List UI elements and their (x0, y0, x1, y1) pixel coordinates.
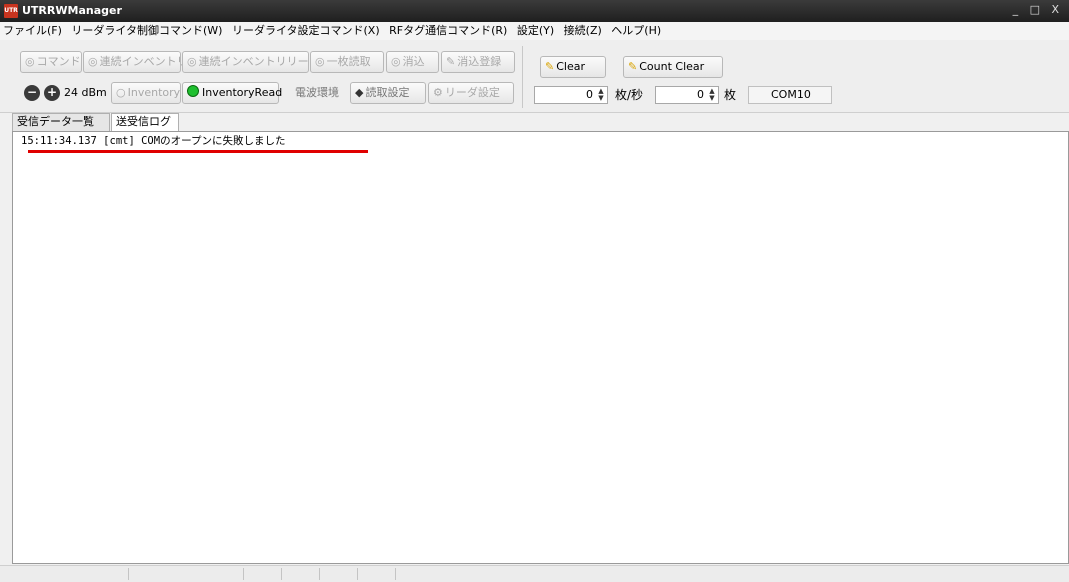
radio-environment-button[interactable]: 電波環境 (290, 82, 348, 104)
port-display: COM10 (748, 86, 832, 104)
title-bar: UTR UTRRWManager _ □ X (0, 0, 1069, 22)
count-stepper[interactable]: 0 ▲ ▼ (655, 86, 719, 104)
highlight-underline (28, 150, 368, 153)
power-value: 24 dBm (64, 86, 107, 99)
reader-setting-button[interactable]: ⚙ リーダ設定 (428, 82, 514, 104)
tab-send-receive-log[interactable]: 送受信ログ (111, 113, 179, 132)
spin-arrows-icon[interactable]: ▲ ▼ (707, 88, 717, 102)
menu-reader-control[interactable]: リーダライタ制御コマンド(W) (68, 22, 225, 40)
rate-stepper[interactable]: 0 ▲ ▼ (534, 86, 608, 104)
status-cell (243, 568, 282, 580)
tab-received-data[interactable]: 受信データ一覧 (12, 113, 110, 131)
status-cell (281, 568, 320, 580)
gear-icon: ◎ (391, 55, 401, 68)
menu-rf-tag[interactable]: RFタグ通信コマンド(R) (386, 22, 510, 40)
gear-icon: ◎ (25, 55, 35, 68)
menu-connect[interactable]: 接続(Z) (561, 22, 605, 40)
status-cell (357, 568, 396, 580)
single-read-button[interactable]: ◎ 一枚読取 (310, 51, 384, 73)
inventory-button[interactable]: ○ Inventory (111, 82, 181, 104)
window-controls[interactable]: _ □ X (1013, 3, 1063, 16)
erase-register-button[interactable]: ✎ 消込登録 (441, 51, 515, 73)
rate-unit: 枚/秒 (615, 88, 644, 102)
continuous-inventory-button[interactable]: ◎ 連続インベントリ (83, 51, 188, 73)
gear-icon: ◎ (88, 55, 98, 68)
app-icon: UTR (4, 4, 18, 18)
command-button[interactable]: ◎ コマンド (20, 51, 82, 73)
radio-icon: ○ (116, 86, 126, 99)
window-title: UTRRWManager (22, 4, 122, 17)
gear-icon: ◎ (315, 55, 325, 68)
menu-reader-settings[interactable]: リーダライタ設定コマンド(X) (229, 22, 383, 40)
clear-button[interactable]: ✎ Clear (540, 56, 606, 78)
power-decrease-button[interactable]: − (24, 85, 40, 101)
toolbar-divider (522, 46, 523, 108)
settings-icon: ⚙ (433, 86, 443, 99)
spin-arrows-icon[interactable]: ▲ ▼ (596, 88, 606, 102)
status-cell (319, 568, 358, 580)
log-line: 15:11:34.137 [cmt] COMのオープンに失敗しました (21, 135, 286, 147)
edit-icon: ✎ (446, 55, 456, 68)
count-clear-button[interactable]: ✎ Count Clear (623, 56, 723, 78)
continuous-inventory-read-button[interactable]: ◎ 連続インベントリリード (182, 51, 320, 73)
menu-settings[interactable]: 設定(Y) (514, 22, 557, 40)
menu-file[interactable]: ファイル(F) (0, 22, 65, 40)
menu-help[interactable]: ヘルプ(H) (608, 22, 664, 40)
inventory-read-button[interactable]: InventoryRead (182, 82, 282, 104)
log-pane[interactable]: 15:11:34.137 [cmt] COMのオープンに失敗しました (12, 131, 1069, 564)
status-dot-icon (187, 85, 199, 97)
count-unit: 枚 (724, 88, 737, 102)
menu-bar: ファイル(F) リーダライタ制御コマンド(W) リーダライタ設定コマンド(X) … (0, 22, 1069, 41)
power-increase-button[interactable]: + (44, 85, 60, 101)
status-cell (128, 568, 244, 580)
toolbar: ◎ コマンド ◎ 連続インベントリ ◎ 連続インベントリリード ◎ 一枚読取 ◎ 消込 ✎… (0, 40, 1069, 113)
erase-button[interactable]: ◎ 消込 (386, 51, 439, 73)
tag-icon: ◆ (355, 86, 364, 99)
status-cell (0, 568, 129, 580)
broom-icon: ✎ (628, 60, 638, 73)
gear-icon: ◎ (187, 55, 197, 68)
status-bar (0, 565, 1069, 582)
read-setting-button[interactable]: ◆ 読取設定 (350, 82, 426, 104)
broom-icon: ✎ (545, 60, 555, 73)
